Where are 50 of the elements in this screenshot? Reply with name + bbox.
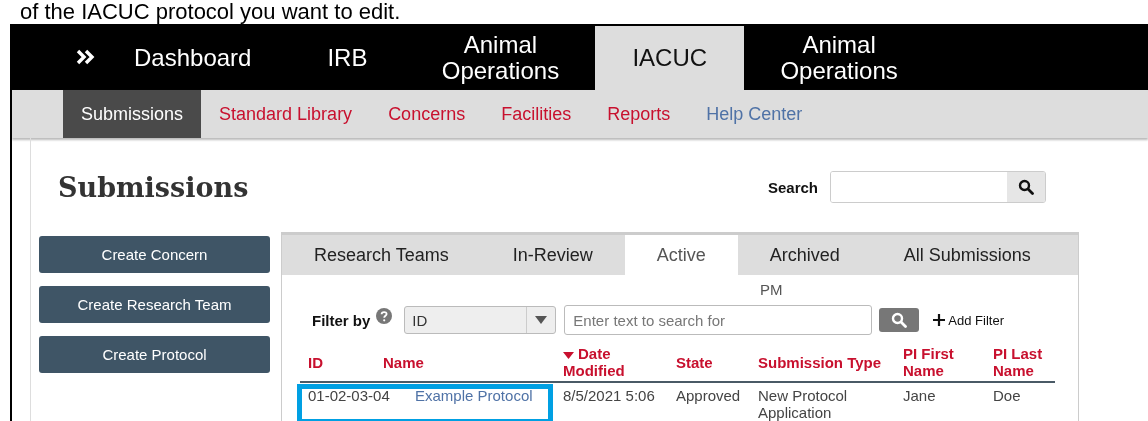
table-cell: 01-02-03-04: [308, 387, 390, 404]
column-header[interactable]: Submission Type: [758, 353, 882, 371]
double-chevron-icon[interactable]: [76, 49, 96, 65]
dropdown-arrow-icon: [535, 316, 548, 324]
table-cell: Jane: [903, 387, 936, 404]
table-cell: Doe: [993, 387, 1021, 404]
help-icon[interactable]: [376, 308, 393, 324]
nav-tab[interactable]: IRB: [289, 26, 406, 90]
nav-tab[interactable]: IACUC: [595, 26, 745, 90]
search-label: Search: [767, 178, 818, 196]
nav-tab[interactable]: Animal Operations: [405, 26, 596, 90]
search-field[interactable]: [830, 171, 1046, 203]
table-cell: Approved: [676, 387, 741, 404]
search-icon: [1018, 179, 1034, 195]
tab[interactable]: Research Teams: [282, 235, 481, 275]
page-title: Submissions: [58, 171, 250, 203]
column-header[interactable]: Date Modified: [563, 345, 660, 379]
column-header[interactable]: PI Last Name: [993, 345, 1047, 379]
tab[interactable]: In-Review: [480, 235, 625, 275]
tab[interactable]: Active: [624, 235, 738, 275]
action-button[interactable]: Create Research Team: [39, 286, 270, 323]
filter-dropdown[interactable]: ID: [404, 306, 557, 334]
column-header[interactable]: State: [676, 353, 713, 371]
filter-search-button[interactable]: [879, 308, 920, 332]
subnav-link[interactable]: Standard Library: [201, 90, 371, 138]
cut-off-text: PM: [760, 281, 783, 298]
tab[interactable]: All Submissions: [871, 235, 1063, 275]
add-filter-button[interactable]: Add Filter: [933, 312, 1004, 328]
column-header[interactable]: ID: [308, 353, 323, 371]
plus-icon: [933, 314, 946, 326]
subnav-link[interactable]: Reports: [589, 90, 689, 138]
subnav-link[interactable]: Help Center: [688, 90, 821, 138]
protocol-link[interactable]: Example Protocol: [415, 387, 533, 404]
column-header[interactable]: Name: [383, 353, 424, 371]
action-button[interactable]: Create Protocol: [39, 336, 270, 373]
table-cell: 8/5/2021 5:06: [563, 387, 655, 404]
subnav-link[interactable]: Concerns: [370, 90, 484, 138]
column-header[interactable]: PI First Name: [903, 345, 977, 379]
nav-tab[interactable]: Dashboard: [96, 26, 290, 90]
search-icon: [891, 312, 908, 328]
search-button[interactable]: [1007, 172, 1045, 202]
instruction-text: of the IACUC protocol you want to edit.: [20, 0, 401, 24]
subnav-link[interactable]: Facilities: [483, 90, 590, 138]
filter-input[interactable]: Enter text to search for: [564, 305, 873, 335]
subnav-link[interactable]: Submissions: [63, 90, 202, 138]
filter-label: Filter by: [312, 311, 371, 329]
action-button[interactable]: Create Concern: [39, 236, 270, 273]
nav-tab[interactable]: Animal Operations: [744, 26, 935, 90]
table-cell: New Protocol Application: [758, 387, 848, 421]
tab[interactable]: Archived: [737, 235, 872, 275]
